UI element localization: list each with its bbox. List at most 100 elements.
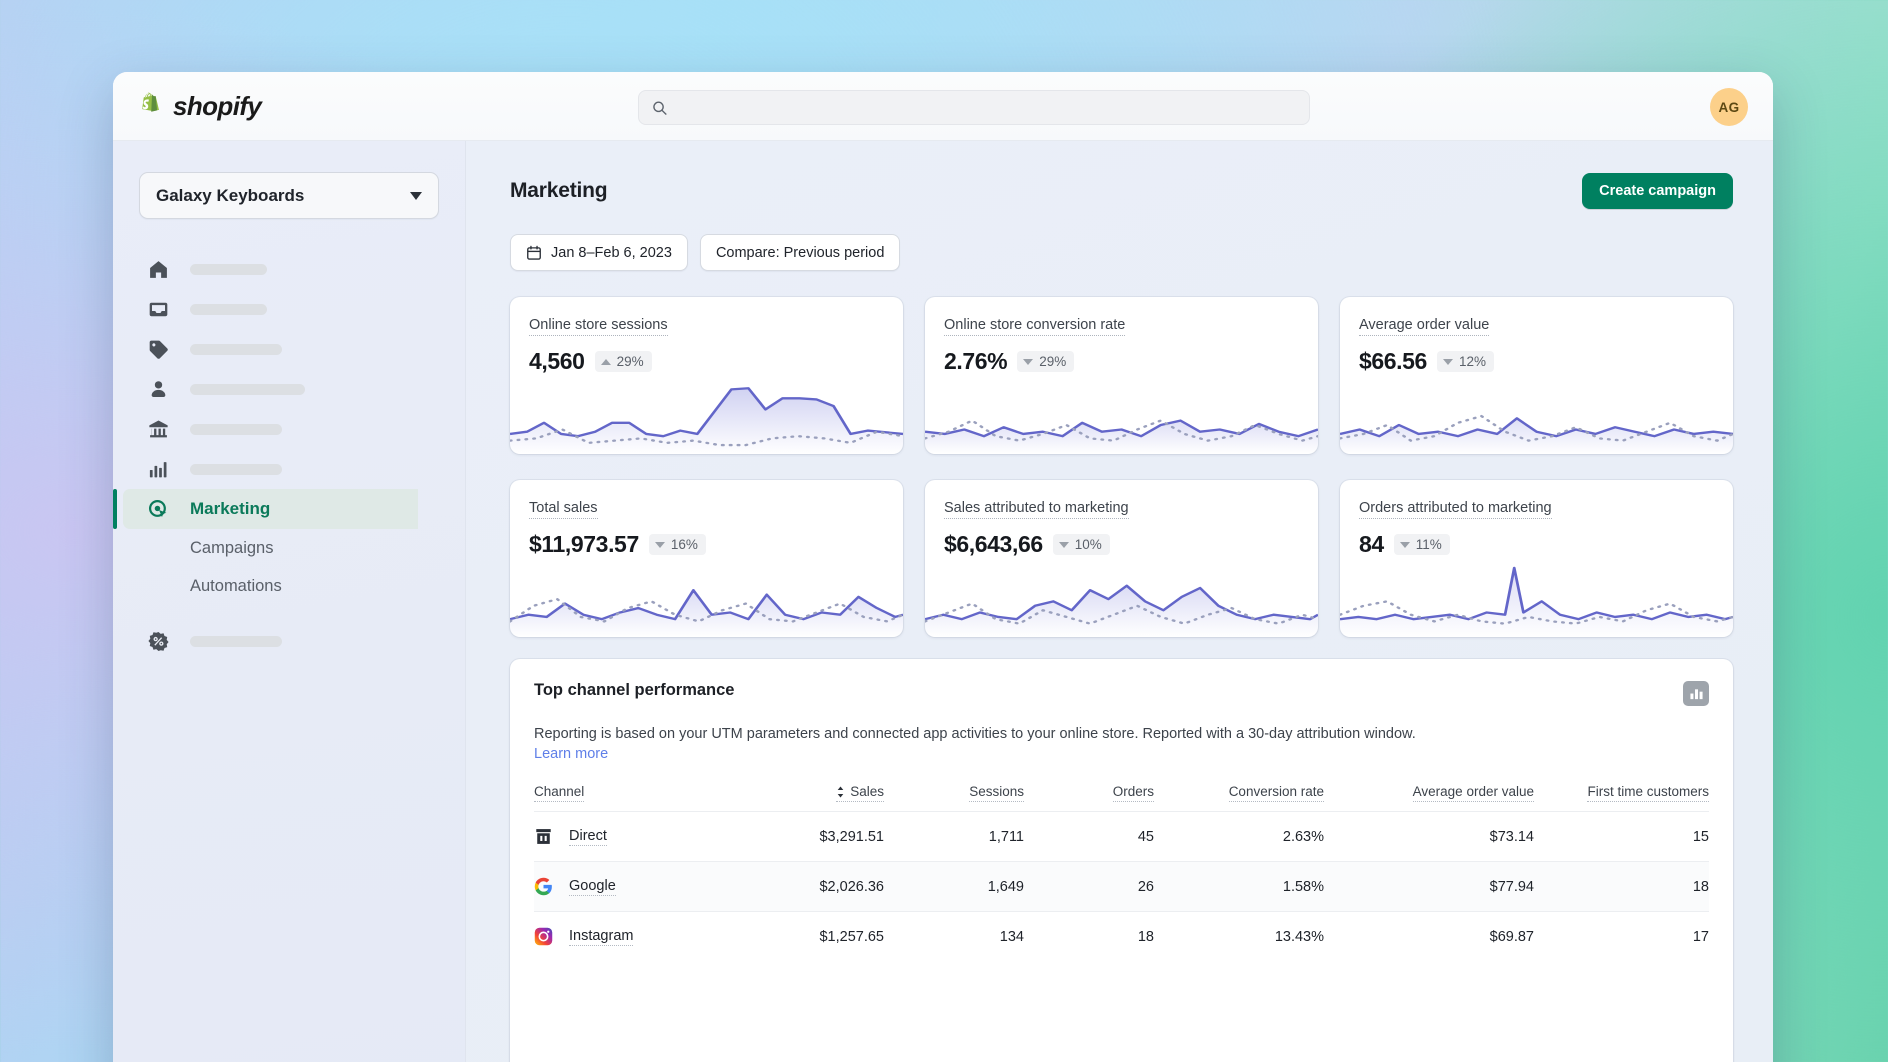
avatar[interactable]: AG (1710, 88, 1748, 126)
sidebar-item-marketing[interactable]: Marketing (113, 489, 418, 529)
table-row[interactable]: Direct $3,291.51 1,711 45 2.63% $73.14 1… (534, 811, 1709, 862)
sparkline-chart (925, 419, 1318, 454)
trend-down-icon (1058, 541, 1069, 548)
cell-sales: $1,257.65 (819, 928, 884, 945)
metric-cards-row-1: Online store sessions 4,560 29% Online s… (510, 297, 1733, 454)
nav-label-placeholder (190, 635, 282, 647)
cell-channel: Google (534, 862, 734, 912)
store-switcher[interactable]: Galaxy Keyboards (139, 172, 439, 219)
create-campaign-button[interactable]: Create campaign (1582, 173, 1733, 209)
cell-orders: 18 (1137, 928, 1154, 945)
delta-percent: 29% (616, 354, 644, 369)
learn-more-link[interactable]: Learn more (534, 746, 608, 762)
customer-icon (151, 380, 166, 397)
nav-label-placeholder (190, 383, 305, 395)
metric-delta: 11% (1393, 534, 1450, 555)
date-range-button[interactable]: Jan 8–Feb 6, 2023 (510, 234, 688, 271)
column-header-sales[interactable]: Sales (734, 784, 884, 812)
column-header-first-time-customers[interactable]: First time customers (1534, 784, 1709, 812)
trend-down-icon (1399, 541, 1410, 548)
trend-up-icon (600, 358, 611, 365)
sparkline-chart (510, 589, 903, 637)
metric-delta: 29% (594, 351, 652, 372)
shopify-logo[interactable]: shopify (136, 90, 262, 122)
sidebar-item-finances[interactable] (113, 409, 465, 449)
sidebar-item-automations[interactable]: Automations (113, 567, 465, 605)
date-range-label: Jan 8–Feb 6, 2023 (551, 244, 672, 261)
metric-card-orders-attributed-to-marketing[interactable]: Orders attributed to marketing 84 11% (1340, 480, 1733, 637)
sidebar-item-orders[interactable] (113, 289, 465, 329)
nav-label-placeholder (190, 463, 282, 475)
bar-chart-icon[interactable] (1683, 681, 1709, 706)
cell-channel: Direct (534, 812, 734, 862)
page-title: Marketing (510, 179, 608, 202)
sidebar-item-home[interactable] (113, 249, 465, 289)
sparkline-chart (510, 387, 903, 454)
metric-value-row: $11,973.57 16% (529, 531, 903, 558)
nav-label-placeholder (190, 303, 267, 315)
delta-percent: 16% (670, 537, 698, 552)
sparkline-chart (1340, 566, 1733, 637)
metric-value-row: 4,560 29% (529, 348, 903, 375)
google-icon (534, 877, 552, 896)
sidebar-item-discounts[interactable] (113, 621, 465, 661)
metric-card-total-sales[interactable]: Total sales $11,973.57 16% (510, 480, 903, 637)
column-header-channel[interactable]: Channel (534, 784, 734, 812)
cell-sales: $2,026.36 (819, 878, 884, 895)
metric-value: $6,643,66 (944, 531, 1043, 557)
panel-title: Top channel performance (534, 681, 735, 699)
sidebar-item-campaigns[interactable]: Campaigns (113, 529, 465, 567)
home-icon (150, 260, 167, 278)
shopify-wordmark: shopify (173, 90, 262, 121)
cell-average-order-value: $69.87 (1489, 928, 1534, 945)
search-bar[interactable] (638, 90, 1310, 125)
metric-value-row: 84 11% (1359, 531, 1733, 558)
discount-icon (148, 631, 169, 651)
metric-card-average-order-value[interactable]: Average order value $66.56 12% (1340, 297, 1733, 454)
shopify-admin-window: shopify AG Galaxy Keyboards Marketing Ca… (113, 72, 1773, 1062)
bar-chart-glyph (1689, 688, 1703, 699)
metric-value: 84 (1359, 531, 1384, 557)
column-header-orders[interactable]: Orders (1024, 784, 1154, 812)
metric-card-online-store-sessions[interactable]: Online store sessions 4,560 29% (510, 297, 903, 454)
cell-orders: 45 (1137, 828, 1154, 845)
cell-average-order-value: $77.94 (1489, 878, 1534, 895)
metric-delta: 16% (648, 534, 706, 555)
metric-value-row: $66.56 12% (1359, 348, 1733, 375)
app-body: Galaxy Keyboards Marketing Campaigns Aut… (113, 141, 1773, 1062)
sidebar: Galaxy Keyboards Marketing Campaigns Aut… (113, 141, 466, 1062)
top-channel-performance-panel: Top channel performance Reporting is bas… (510, 659, 1733, 1062)
sparkline-chart (925, 584, 1318, 637)
metric-card-sales-attributed-to-marketing[interactable]: Sales attributed to marketing $6,643,66 … (925, 480, 1318, 637)
metric-delta: 12% (1436, 351, 1494, 372)
cell-conversion-rate: 1.58% (1282, 878, 1324, 895)
cell-conversion-rate: 13.43% (1274, 928, 1324, 945)
column-header-conversion-rate[interactable]: Conversion rate (1154, 784, 1324, 812)
trend-down-icon (654, 541, 665, 548)
trend-down-icon (1023, 358, 1034, 365)
compare-period-button[interactable]: Compare: Previous period (699, 234, 901, 271)
table-row[interactable]: Instagram $1,257.65 134 18 13.43% $69.87… (534, 911, 1709, 962)
sidebar-item-products[interactable] (113, 329, 465, 369)
column-header-average-order-value[interactable]: Average order value (1324, 784, 1534, 812)
metric-value: 2.76% (944, 348, 1008, 374)
filter-bar: Jan 8–Feb 6, 2023 Compare: Previous peri… (510, 234, 1733, 271)
instagram-icon (534, 927, 553, 946)
sidebar-item-label: Marketing (190, 499, 271, 518)
inbox-icon (149, 302, 168, 316)
search-input[interactable] (676, 99, 1296, 116)
sidebar-item-customers[interactable] (113, 369, 465, 409)
shopify-bag-icon (142, 92, 160, 112)
table-row[interactable]: Google $2,026.36 1,649 26 1.58% $77.94 1… (534, 861, 1709, 912)
page-header: Marketing Create campaign (510, 173, 1733, 209)
delta-percent: 10% (1074, 537, 1102, 552)
metric-label: Sales attributed to marketing (944, 500, 1129, 519)
storefront-icon (536, 829, 551, 845)
sidebar-item-analytics[interactable] (113, 449, 465, 489)
panel-header: Top channel performance (534, 681, 1709, 706)
table-head: Channel Sales Sessions Orders Conversion… (534, 784, 1709, 812)
sidebar-subitem-label: Automations (190, 576, 282, 595)
sidebar-subitem-label: Campaigns (190, 538, 274, 557)
column-header-sessions[interactable]: Sessions (884, 784, 1024, 812)
metric-card-conversion-rate[interactable]: Online store conversion rate 2.76% 29% (925, 297, 1318, 454)
